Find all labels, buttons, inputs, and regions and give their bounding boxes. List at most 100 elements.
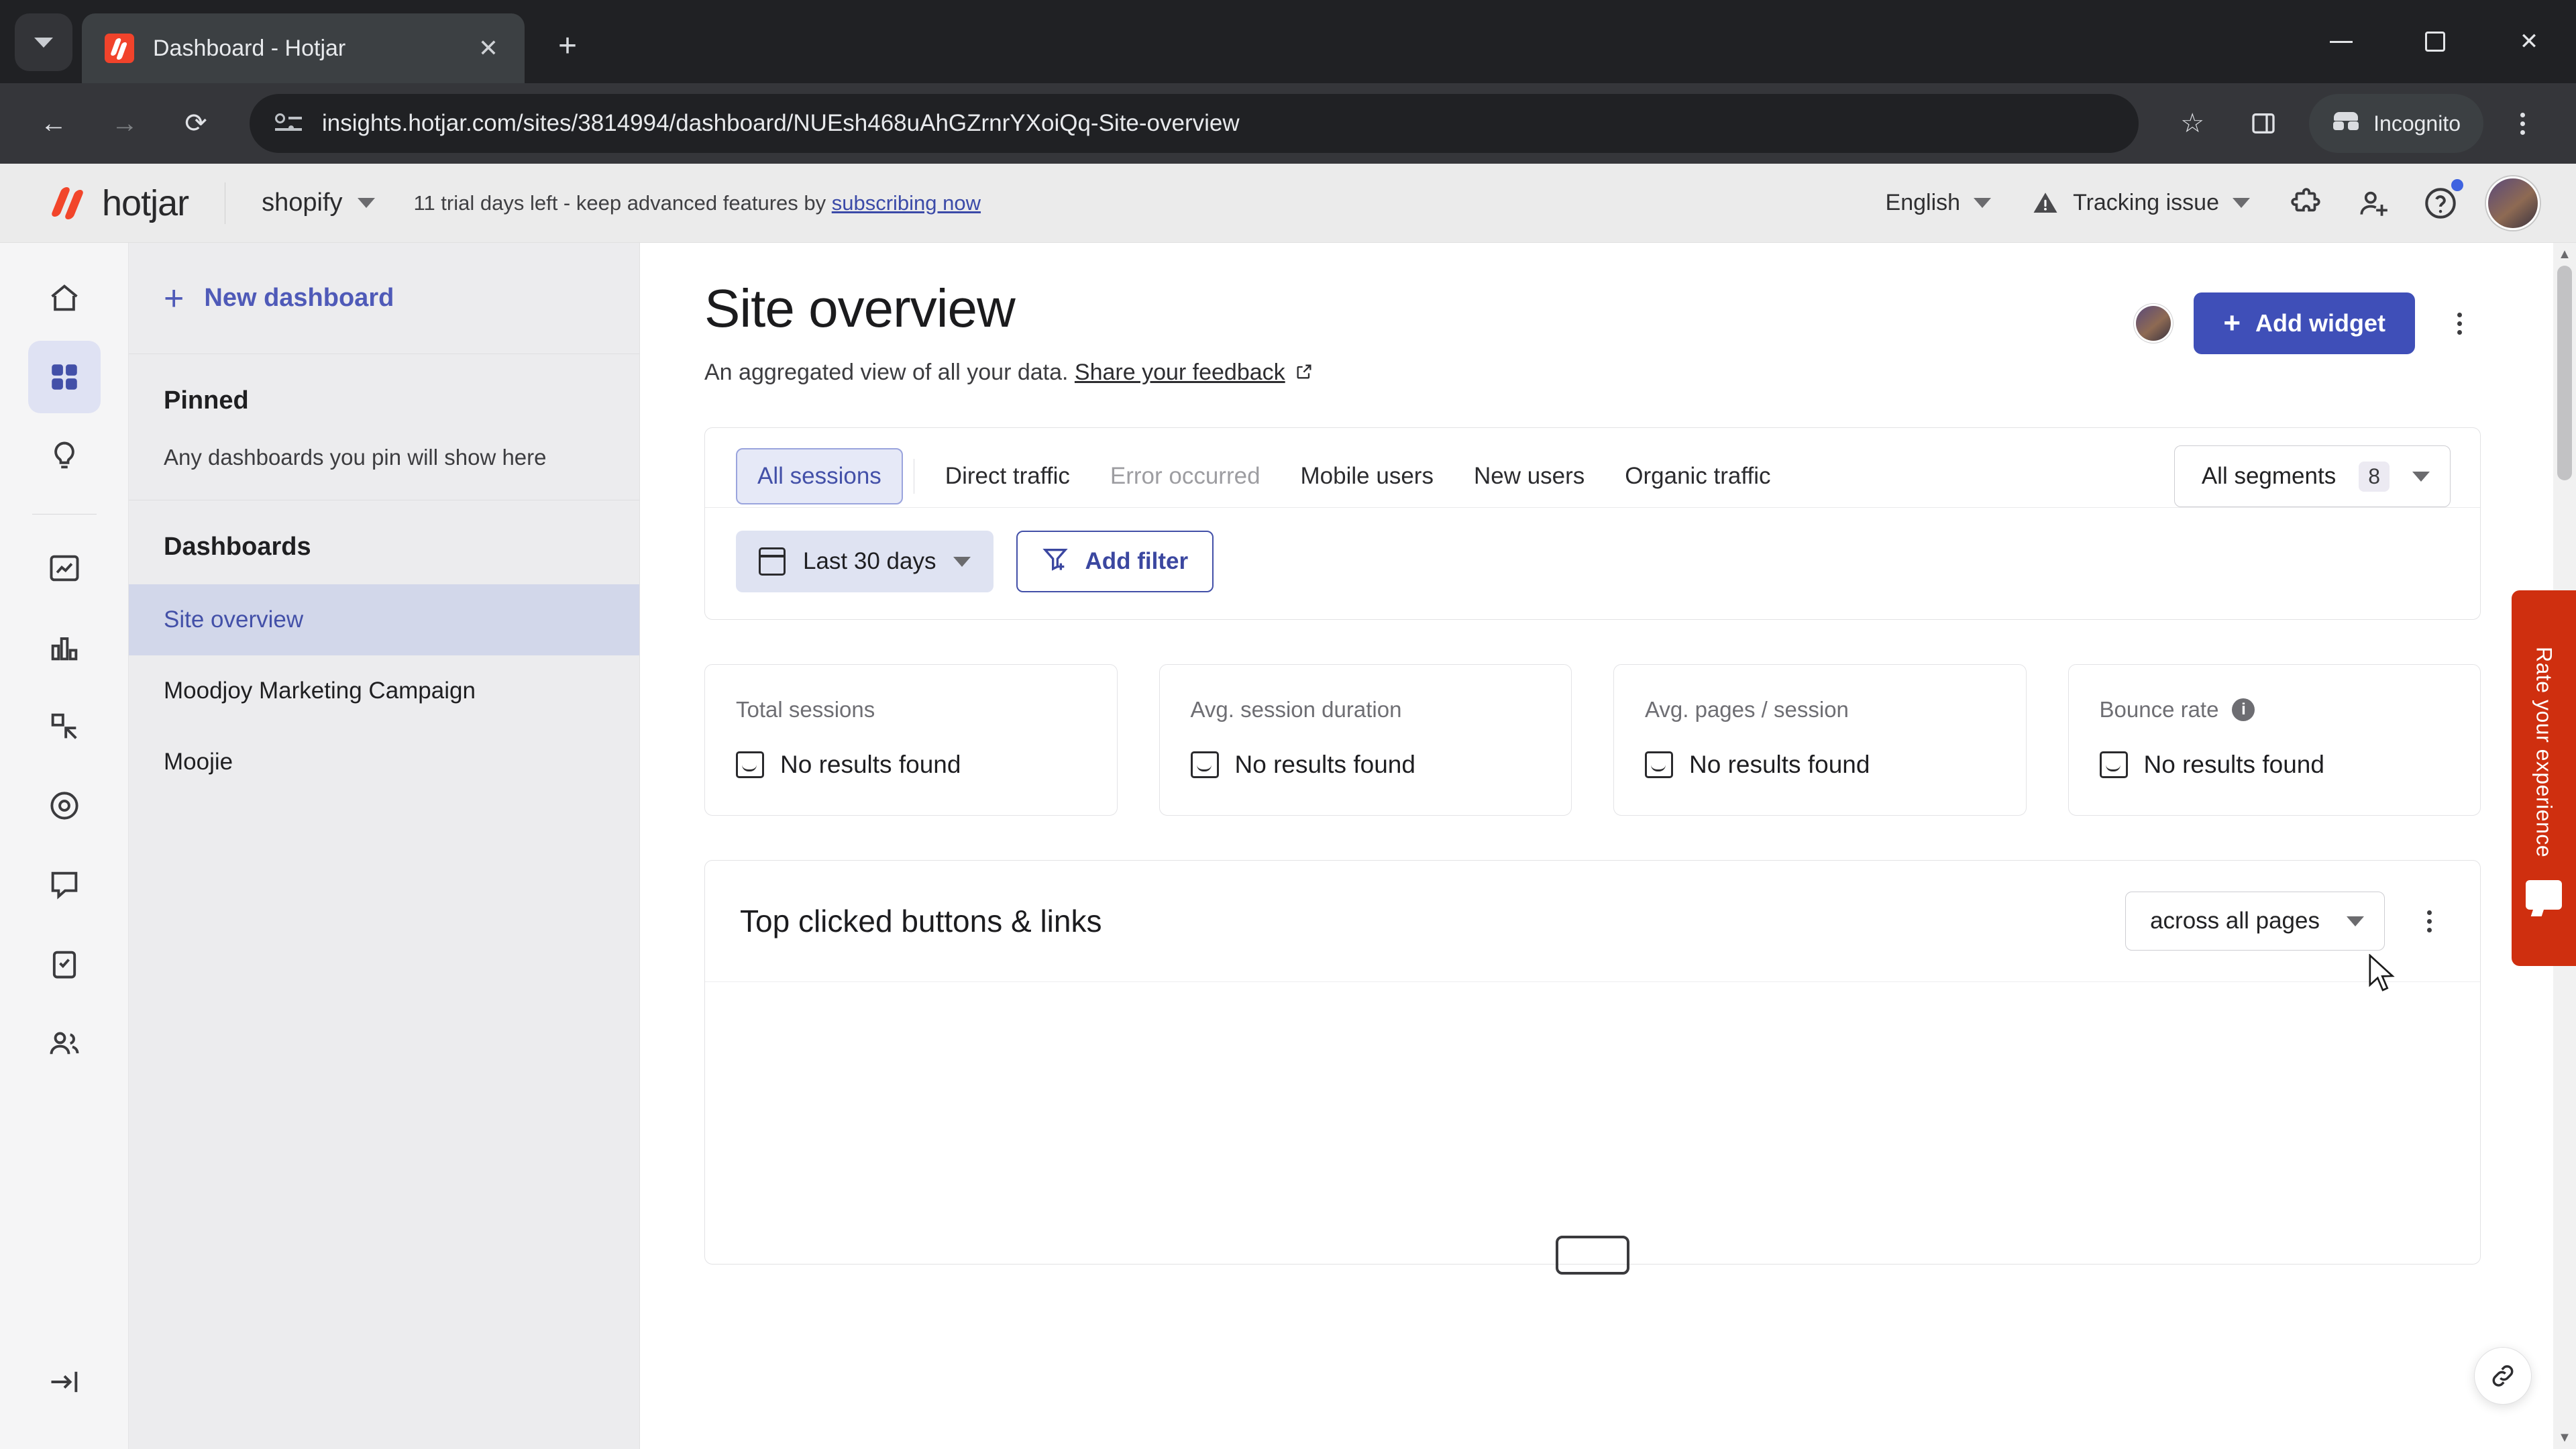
dashboard-item-moodjoy[interactable]: Moodjoy Marketing Campaign — [129, 655, 639, 727]
hotjar-logo[interactable]: hotjar — [50, 182, 189, 224]
share-feedback-link[interactable]: Share your feedback — [1075, 360, 1285, 385]
no-results-icon — [1645, 751, 1673, 778]
tracking-issue-menu[interactable]: Tracking issue — [2011, 189, 2270, 217]
collapse-arrow-icon[interactable] — [28, 1346, 101, 1418]
dashboards-heading: Dashboards — [164, 533, 311, 561]
link-chain-icon[interactable] — [2474, 1347, 2532, 1405]
metric-cards: Total sessions No results found Avg. ses… — [704, 664, 2481, 816]
subtitle-text: An aggregated view of all your data. — [704, 360, 1075, 385]
kebab-menu-icon[interactable] — [2438, 297, 2481, 350]
rate-experience-tab[interactable]: Rate your experience — [2512, 590, 2576, 966]
hotjar-logo-icon — [50, 186, 89, 221]
new-dashboard-label: New dashboard — [204, 284, 394, 312]
site-selector-label: shopify — [262, 189, 343, 217]
add-filter-button[interactable]: Add filter — [1016, 531, 1214, 592]
sidebar-item-trends[interactable] — [28, 532, 101, 604]
tab-mobile-users[interactable]: Mobile users — [1281, 449, 1454, 503]
dashboard-item-moojie[interactable]: Moojie — [129, 727, 639, 798]
empty-state-placeholder-icon — [1556, 1236, 1629, 1275]
metric-value: No results found — [1234, 751, 1415, 778]
scroll-up-icon[interactable]: ▲ — [2553, 243, 2576, 266]
segments-label: All segments — [2201, 463, 2337, 489]
extensions-button[interactable] — [2275, 172, 2337, 234]
metric-label: Avg. session duration — [1190, 697, 1402, 722]
star-icon[interactable]: ☆ — [2160, 91, 2224, 156]
nav-rail — [0, 243, 129, 1449]
address-bar[interactable]: insights.hotjar.com/sites/3814994/dashbo… — [250, 94, 2139, 153]
sidebar-item-funnels[interactable] — [28, 611, 101, 684]
tab-label: All sessions — [757, 463, 881, 489]
dashboard-item-site-overview[interactable]: Site overview — [129, 584, 639, 655]
tab-new-users[interactable]: New users — [1454, 449, 1605, 503]
info-icon[interactable]: i — [2232, 698, 2255, 721]
sidebar-item-users[interactable] — [28, 1007, 101, 1079]
tab-label: Direct traffic — [945, 463, 1070, 489]
subscribe-link[interactable]: subscribing now — [832, 191, 981, 215]
sidebar-item-home[interactable] — [28, 262, 101, 334]
user-avatar[interactable] — [2486, 176, 2540, 230]
metric-label: Avg. pages / session — [1645, 697, 1849, 722]
tab-all-sessions[interactable]: All sessions — [736, 448, 903, 504]
kebab-menu-icon[interactable] — [2490, 91, 2555, 156]
scrollbar-thumb[interactable] — [2557, 266, 2572, 480]
rate-experience-label: Rate your experience — [2532, 646, 2557, 858]
help-button[interactable] — [2410, 172, 2471, 234]
tab-organic-traffic[interactable]: Organic traffic — [1605, 449, 1790, 503]
kebab-menu-icon[interactable] — [2408, 894, 2451, 948]
calendar-icon — [758, 547, 786, 576]
trial-text: 11 trial days left - keep advanced featu… — [413, 191, 832, 215]
close-icon[interactable]: ✕ — [2482, 0, 2576, 83]
sidebar-item-recordings[interactable] — [28, 690, 101, 763]
tab-direct-traffic[interactable]: Direct traffic — [925, 449, 1090, 503]
sidebar-item-heatmaps[interactable] — [28, 769, 101, 842]
metric-label-row: Bounce rate i — [2100, 697, 2450, 722]
no-results-icon — [2099, 751, 2128, 778]
add-widget-label: Add widget — [2255, 309, 2385, 337]
language-selector[interactable]: English — [1866, 190, 2012, 216]
no-results-icon — [1190, 751, 1219, 778]
arrow-back-icon[interactable]: ← — [21, 91, 86, 156]
list-item-label: Moojie — [164, 749, 233, 775]
invite-user-button[interactable] — [2343, 172, 2404, 234]
reload-icon[interactable]: ⟳ — [164, 91, 228, 156]
chevron-down-icon — [2412, 471, 2430, 482]
plus-icon[interactable]: + — [542, 20, 593, 71]
tab-label: Error occurred — [1110, 463, 1260, 489]
notification-dot — [2451, 178, 2463, 191]
site-selector[interactable]: shopify — [262, 189, 375, 217]
all-segments-select[interactable]: All segments 8 — [2174, 445, 2451, 507]
sidebar-item-feedback[interactable] — [28, 849, 101, 921]
widget-scope-label: across all pages — [2150, 908, 2320, 934]
tab-search-button[interactable] — [15, 13, 72, 71]
page-subtitle: An aggregated view of all your data. Sha… — [704, 360, 1313, 386]
sidebar-item-highlights[interactable] — [28, 420, 101, 492]
new-dashboard-button[interactable]: + New dashboard — [129, 243, 639, 354]
user-avatar[interactable] — [2136, 306, 2171, 341]
metric-label: Total sessions — [736, 697, 875, 722]
side-panel-icon[interactable] — [2231, 91, 2296, 156]
browser-chrome: Dashboard - Hotjar ✕ + ✕ ← → ⟳ insights.… — [0, 0, 2576, 164]
arrow-forward-icon[interactable]: → — [93, 91, 157, 156]
plus-icon: + — [164, 278, 184, 318]
tab-error-occurred[interactable]: Error occurred — [1090, 449, 1281, 503]
widget-scope-select[interactable]: across all pages — [2125, 892, 2385, 951]
pinned-heading: Pinned — [164, 386, 249, 415]
scroll-down-icon[interactable]: ▼ — [2553, 1426, 2576, 1449]
browser-toolbar: ← → ⟳ insights.hotjar.com/sites/3814994/… — [0, 83, 2576, 164]
date-range-selector[interactable]: Last 30 days — [736, 531, 994, 592]
plus-icon: + — [2223, 307, 2241, 339]
page-title: Site overview — [704, 278, 1016, 338]
close-icon[interactable]: ✕ — [470, 30, 507, 67]
tab-title: Dashboard - Hotjar — [153, 35, 346, 61]
page-info-icon[interactable] — [272, 108, 303, 139]
metric-value: No results found — [1689, 751, 1870, 778]
chevron-down-icon — [953, 556, 971, 567]
incognito-indicator[interactable]: Incognito — [2309, 94, 2483, 153]
sidebar-item-dashboards[interactable] — [28, 341, 101, 413]
add-widget-button[interactable]: + Add widget — [2194, 292, 2415, 354]
minimize-icon[interactable] — [2294, 0, 2388, 83]
sidebar-item-surveys[interactable] — [28, 928, 101, 1000]
app-body: + New dashboard Pinned Any dashboards yo… — [0, 243, 2576, 1449]
maximize-icon[interactable] — [2388, 0, 2482, 83]
browser-tab[interactable]: Dashboard - Hotjar ✕ — [82, 13, 525, 83]
